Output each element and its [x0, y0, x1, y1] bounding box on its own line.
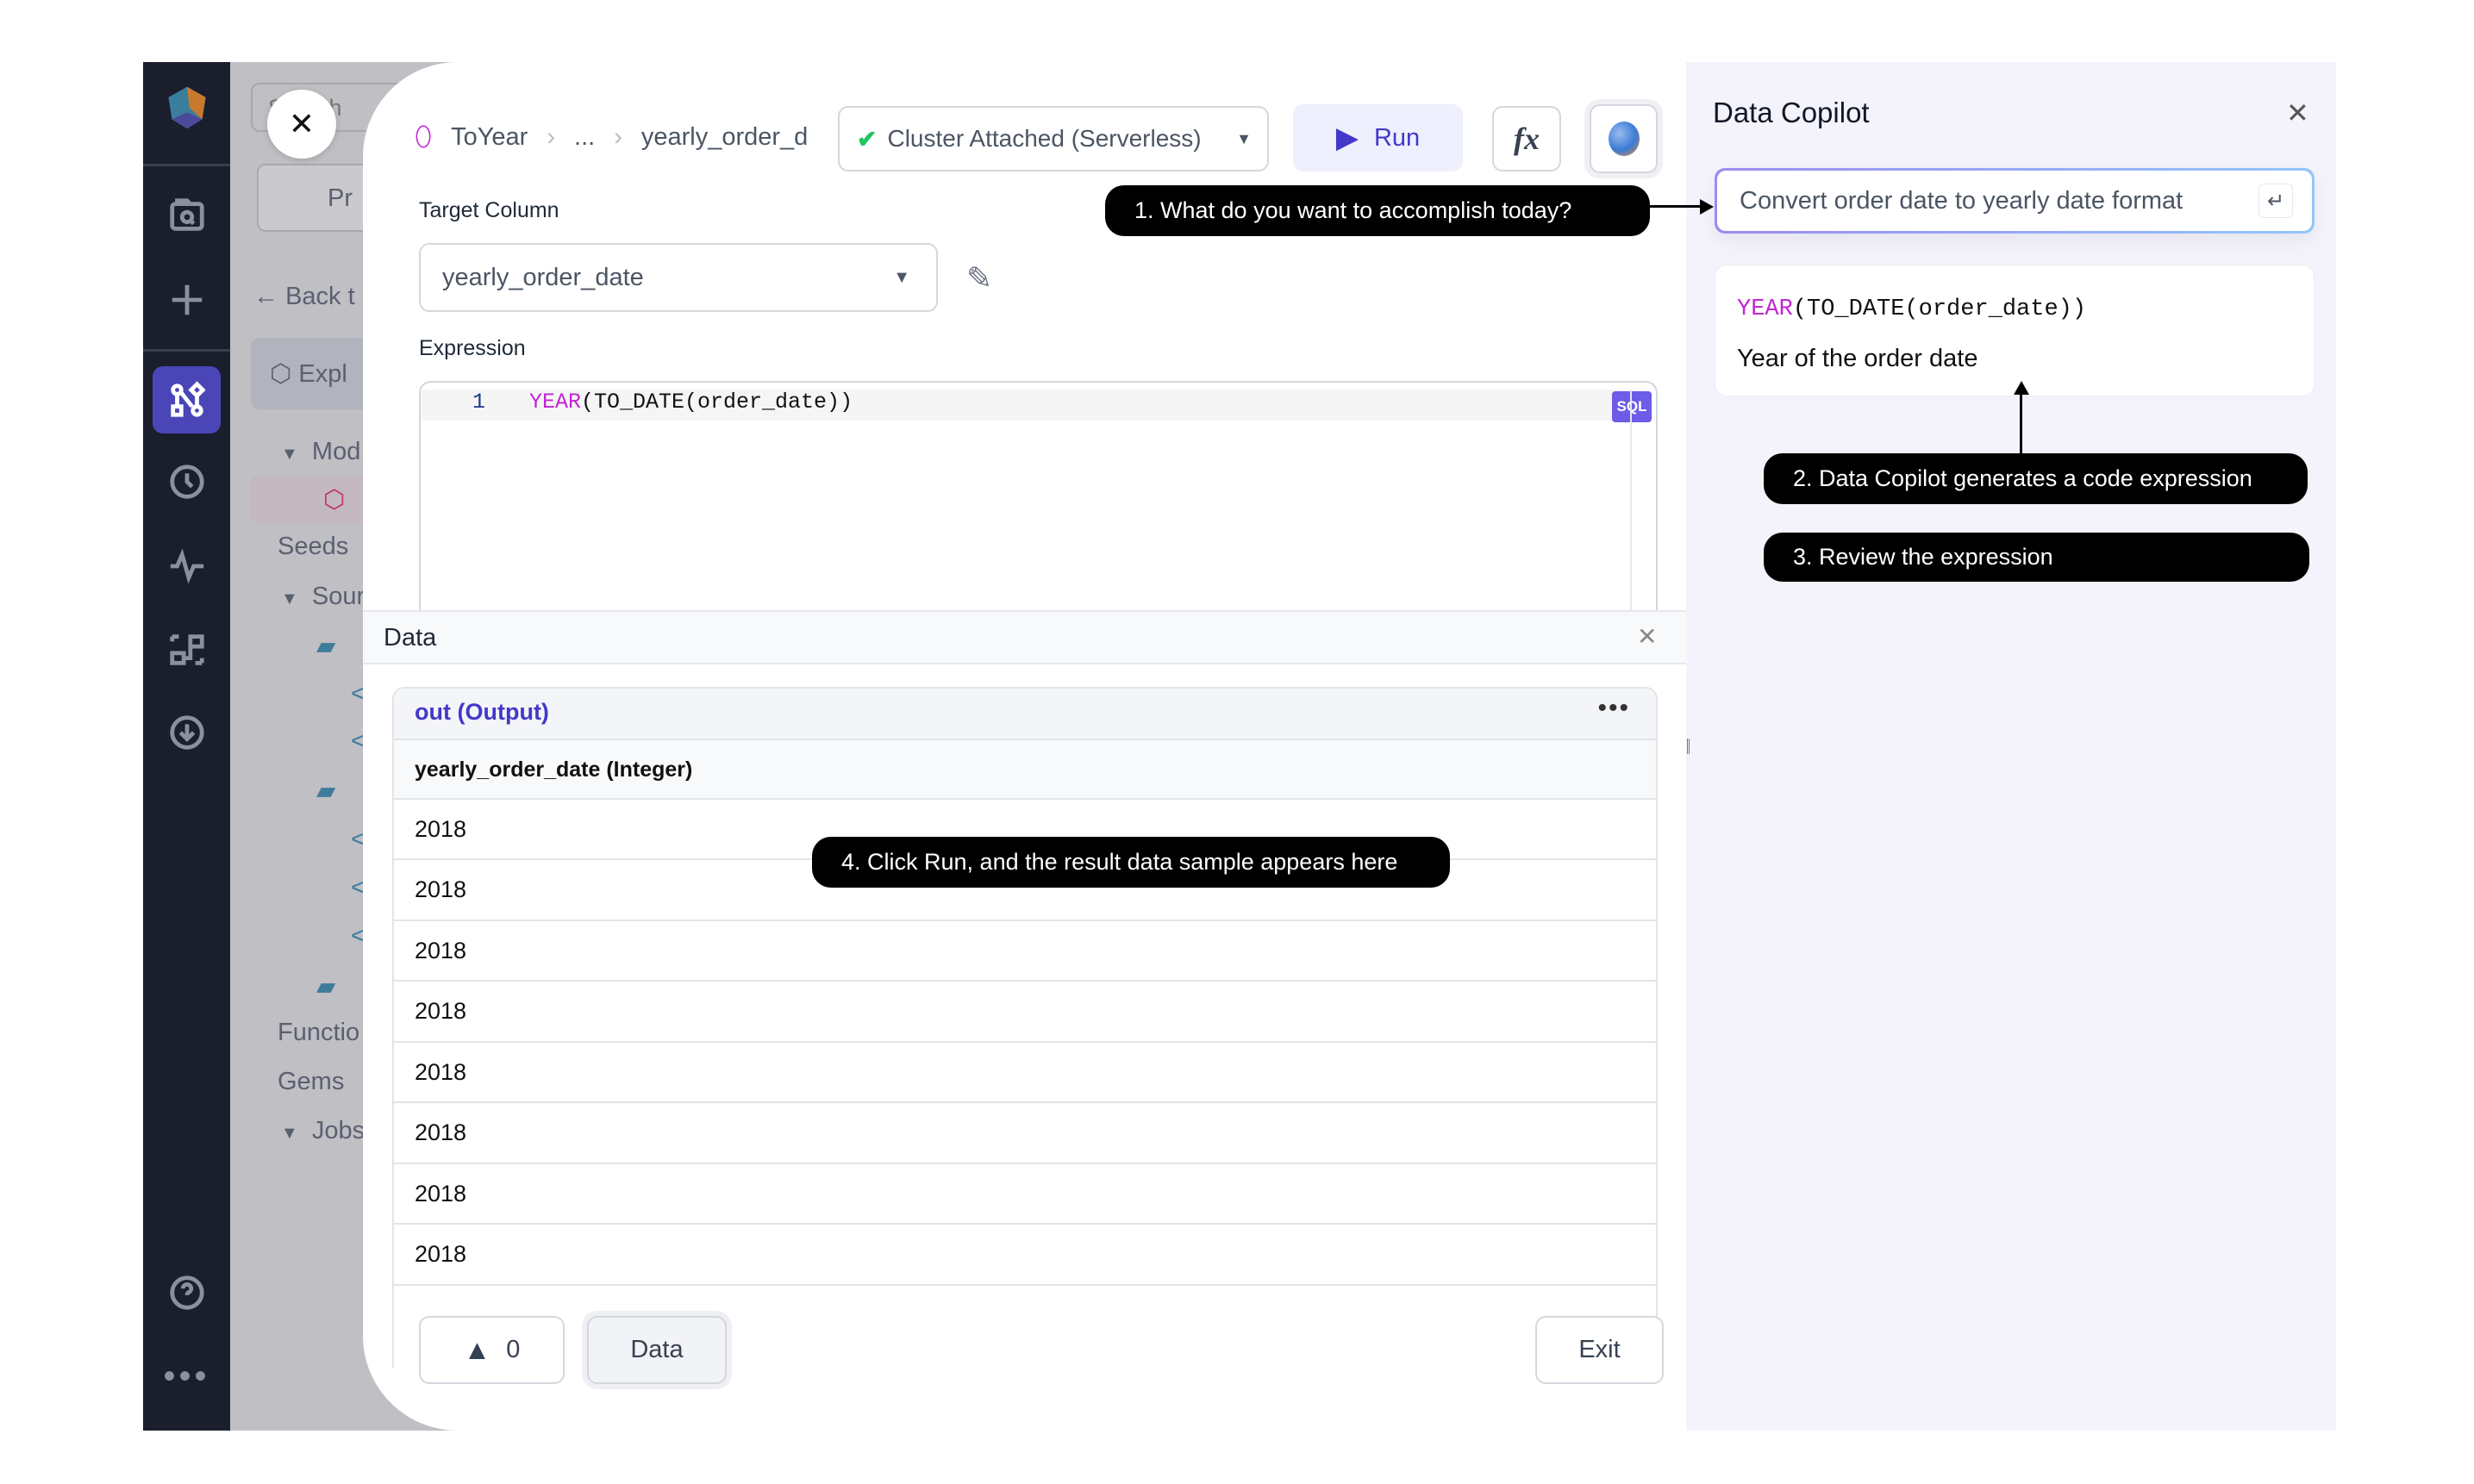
expression-editor-modal: ⬯ ToYear › ... › yearly_order_d ✔ Cluste…	[363, 62, 1686, 1431]
tooltip-step-3: 3. Review the expression	[1764, 533, 2309, 582]
close-icon[interactable]: ✕	[2286, 97, 2309, 129]
table-row[interactable]: 2018	[394, 982, 1656, 1043]
tree-functions[interactable]: Functio	[278, 1019, 359, 1047]
table-row[interactable]: 2018	[394, 1225, 1656, 1286]
database-icon: ▰	[316, 777, 336, 805]
icon-rail: •••	[143, 62, 230, 1431]
cube-icon: ⬡	[270, 360, 299, 388]
copilot-title: Data Copilot	[1713, 97, 1870, 128]
copilot-button[interactable]	[1590, 104, 1658, 173]
tree-seeds[interactable]: Seeds	[278, 533, 348, 561]
target-column-select[interactable]: yearly_order_date ▼	[419, 243, 938, 312]
result-expression: YEAR(TO_DATE(order_date))	[1737, 296, 2087, 322]
database-icon: ▰	[316, 973, 336, 1001]
copilot-orb-icon	[1608, 122, 1640, 156]
pencil-icon[interactable]: ✎	[966, 260, 992, 296]
gem-icon: ⬯	[415, 121, 433, 152]
output-tab[interactable]: out (Output)	[394, 689, 1656, 740]
table-row[interactable]: 2018	[394, 921, 1656, 982]
chevron-right-icon: ›	[547, 122, 556, 151]
tree-gems[interactable]: Gems	[278, 1068, 344, 1096]
table-row[interactable]: 2018	[394, 1164, 1656, 1225]
breadcrumb-item[interactable]: yearly_order_d	[641, 123, 808, 152]
run-button[interactable]: ▶ Run	[1293, 104, 1463, 171]
breadcrumb-item[interactable]: ...	[574, 123, 595, 152]
more-icon[interactable]: •••	[143, 1355, 230, 1398]
breadcrumb: ⬯ ToYear › ... › yearly_order_d	[415, 121, 837, 153]
result-description: Year of the order date	[1737, 345, 1978, 372]
database-icon: ▰	[316, 633, 336, 660]
plus-icon[interactable]	[143, 276, 230, 324]
tree-models[interactable]: ▼ Mod	[281, 438, 360, 466]
resize-handle[interactable]	[1687, 739, 1690, 754]
data-copilot-panel: Data Copilot ✕ Convert order date to yea…	[1686, 62, 2336, 1431]
copilot-result-card[interactable]: YEAR(TO_DATE(order_date)) Year of the or…	[1715, 265, 2315, 396]
caret-down-icon: ▼	[1236, 129, 1252, 147]
check-icon: ✔	[857, 125, 878, 153]
prophecy-logo[interactable]	[143, 79, 230, 136]
workflow-icon[interactable]	[143, 626, 230, 674]
data-panel-title: Data	[384, 624, 437, 652]
function-button[interactable]: fx	[1492, 106, 1561, 171]
data-toggle-button[interactable]: Data	[587, 1316, 727, 1384]
expression-label: Expression	[419, 336, 526, 360]
table-row[interactable]: 2018	[394, 1104, 1656, 1164]
close-icon: ✕	[288, 106, 315, 141]
sql-badge: SQL	[1612, 391, 1652, 422]
tree-jobs[interactable]: ▼ Jobs	[281, 1117, 365, 1145]
data-panel-header: Data ✕	[363, 610, 1686, 664]
expression-editor[interactable]: 1 YEAR(TO_DATE(order_date)) SQL	[419, 381, 1658, 639]
caret-down-icon: ▼	[893, 267, 910, 287]
tree-sources[interactable]: ▼ Sour	[281, 583, 365, 611]
enter-icon[interactable]: ↵	[2258, 184, 2293, 218]
graph-icon[interactable]	[153, 366, 221, 433]
search-files-icon[interactable]	[143, 191, 230, 240]
arrow-head-icon	[2014, 381, 2029, 395]
warnings-button[interactable]: ▲ 0	[419, 1316, 565, 1384]
cluster-dropdown[interactable]: ✔ Cluster Attached (Serverless) ▼	[838, 106, 1269, 171]
tooltip-step-1: 1. What do you want to accomplish today?	[1105, 185, 1650, 236]
column-header[interactable]: yearly_order_date (Integer)	[394, 740, 1656, 800]
arrow-head-icon	[1700, 199, 1714, 215]
close-icon[interactable]: ✕	[1637, 622, 1657, 651]
back-link[interactable]: ← Back t	[253, 283, 355, 311]
clock-icon[interactable]	[143, 458, 230, 506]
help-icon[interactable]	[143, 1269, 230, 1317]
code-line: YEAR(TO_DATE(order_date))	[529, 390, 853, 415]
more-icon[interactable]: •••	[1597, 694, 1630, 723]
download-icon[interactable]	[143, 708, 230, 757]
arrow-line	[1650, 205, 1703, 208]
play-icon: ▶	[1335, 122, 1359, 154]
data-table: out (Output) ••• yearly_order_date (Inte…	[392, 687, 1658, 1368]
line-number: 1	[472, 390, 486, 415]
chevron-right-icon: ›	[614, 122, 622, 151]
close-modal-button[interactable]: ✕	[267, 90, 336, 159]
copilot-prompt-input[interactable]: Convert order date to yearly date format…	[1715, 168, 2315, 234]
breadcrumb-item[interactable]: ToYear	[451, 123, 528, 152]
table-row[interactable]: 2018	[394, 1043, 1656, 1103]
target-column-label: Target Column	[419, 198, 559, 222]
arrow-left-icon: ←	[253, 283, 286, 310]
arrow-line	[2020, 392, 2022, 454]
activity-icon[interactable]	[143, 542, 230, 590]
warning-icon: ▲	[463, 1334, 491, 1365]
tooltip-step-2: 2. Data Copilot generates a code express…	[1764, 453, 2308, 504]
tooltip-step-4: 4. Click Run, and the result data sample…	[812, 837, 1450, 888]
hexagon-icon: ⬡	[323, 486, 346, 514]
exit-button[interactable]: Exit	[1535, 1316, 1664, 1384]
